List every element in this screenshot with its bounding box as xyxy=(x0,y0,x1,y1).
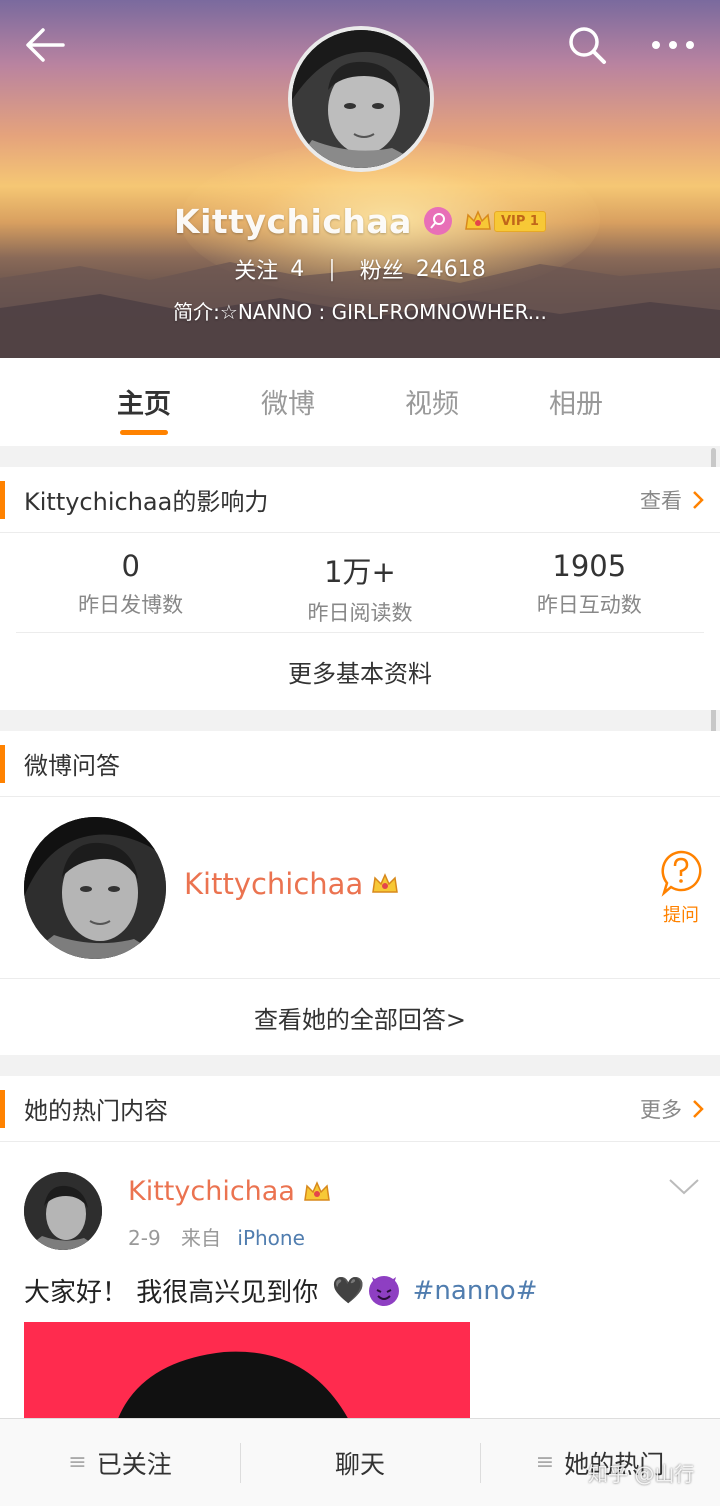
section-accent-bar xyxy=(0,1090,5,1128)
crown-icon xyxy=(372,873,399,893)
profile-name-row: Kittychichaa VIP 1 xyxy=(0,196,720,246)
section-accent-bar xyxy=(0,745,5,783)
followed-button[interactable]: ≡ 已关注 xyxy=(0,1419,240,1506)
profile-avatar[interactable] xyxy=(288,26,434,172)
stat-label: 昨日发博数 xyxy=(78,593,184,617)
tab-video[interactable]: 视频 xyxy=(387,382,477,421)
qa-username-text: Kittychichaa xyxy=(184,867,364,901)
vip-level-label: VIP 1 xyxy=(493,210,546,232)
qa-card: 微博问答 Kittychichaa 提问 查看她的全部回答> xyxy=(0,731,720,1055)
post-date: 2-9 xyxy=(128,1226,161,1250)
hot-post[interactable]: Kittychichaa 2-9 来自 iPhone 大家好！ 我很高兴见到你 … xyxy=(0,1142,720,1418)
watermark: 知乎 @山行 xyxy=(588,1462,695,1486)
influence-view-link[interactable]: 查看 xyxy=(640,485,704,515)
following-label[interactable]: 关注 xyxy=(234,253,278,285)
chevron-down-icon[interactable] xyxy=(668,1178,700,1200)
view-all-answers-button[interactable]: 查看她的全部回答> xyxy=(0,979,720,1055)
post-author-avatar[interactable] xyxy=(24,1172,102,1250)
stat-value: 1905 xyxy=(552,549,627,583)
active-tab-indicator xyxy=(120,430,168,435)
chevron-right-icon xyxy=(693,490,704,509)
hot-more-label: 更多 xyxy=(640,1097,682,1122)
female-gender-icon xyxy=(423,207,452,235)
stat-value: 1万+ xyxy=(324,555,396,589)
stat-interactions-yesterday: 1905 昨日互动数 xyxy=(475,533,704,632)
qa-header: 微博问答 xyxy=(0,731,720,797)
profile-tabs: 主页 微博 视频 相册 xyxy=(0,358,720,446)
post-from-label: 来自 xyxy=(181,1226,222,1250)
tab-album[interactable]: 相册 xyxy=(531,382,621,421)
post-image[interactable] xyxy=(24,1322,470,1418)
hot-content-card: 她的热门内容 更多 Kittychichaa 2-9 来自 iPhone 大家好… xyxy=(0,1076,720,1418)
chevron-right-icon xyxy=(693,1099,704,1118)
hot-header: 她的热门内容 更多 xyxy=(0,1076,720,1142)
hot-more-link[interactable]: 更多 xyxy=(640,1094,704,1124)
qa-profile-row[interactable]: Kittychichaa 提问 xyxy=(0,797,720,979)
profile-bio[interactable]: 简介:☆NANNO : GIRLFROMNOWHER... xyxy=(0,296,720,325)
ask-question-button[interactable]: 提问 xyxy=(655,849,707,927)
crown-icon xyxy=(465,210,491,230)
post-text: 大家好！ 我很高兴见到你 🖤 #nanno# xyxy=(24,1272,538,1309)
profile-username: Kittychichaa xyxy=(174,201,412,241)
header-background-mountains xyxy=(0,262,720,358)
influence-header: Kittychichaa的影响力 查看 xyxy=(0,467,720,533)
post-author[interactable]: Kittychichaa xyxy=(128,1176,331,1207)
qa-title: 微博问答 xyxy=(24,752,120,780)
influence-stats: 0 昨日发博数 1万+ 昨日阅读数 1905 昨日互动数 xyxy=(16,533,704,633)
chat-button[interactable]: 聊天 xyxy=(240,1419,480,1506)
crown-icon xyxy=(304,1180,330,1201)
more-profile-info-button[interactable]: 更多基本资料 xyxy=(0,633,720,709)
post-body: 大家好！ 我很高兴见到你 xyxy=(24,1278,319,1308)
back-arrow-icon[interactable] xyxy=(22,22,68,68)
stat-label: 昨日阅读数 xyxy=(307,601,413,625)
black-heart-icon: 🖤 xyxy=(332,1275,365,1306)
post-source[interactable]: iPhone xyxy=(237,1226,305,1250)
influence-card: Kittychichaa的影响力 查看 0 昨日发博数 1万+ 昨日阅读数 19… xyxy=(0,467,720,710)
post-hashtag[interactable]: #nanno# xyxy=(413,1276,538,1306)
vip-badge[interactable]: VIP 1 xyxy=(464,209,546,233)
follow-separator: | xyxy=(328,256,336,282)
stat-label: 昨日互动数 xyxy=(536,593,642,617)
search-icon[interactable] xyxy=(564,22,610,68)
section-accent-bar xyxy=(0,481,5,519)
hot-title: 她的热门内容 xyxy=(24,1097,168,1125)
post-meta: 2-9 来自 iPhone xyxy=(128,1222,305,1251)
chat-label: 聊天 xyxy=(334,1449,385,1479)
influence-title: Kittychichaa的影响力 xyxy=(24,488,269,516)
following-count[interactable]: 4 xyxy=(290,257,304,282)
stat-posts-yesterday: 0 昨日发博数 xyxy=(16,533,245,632)
more-dots-icon[interactable] xyxy=(650,22,696,68)
menu-icon: ≡ xyxy=(68,1450,87,1475)
ask-question-label: 提问 xyxy=(663,905,699,926)
question-bubble-icon xyxy=(661,850,702,897)
tab-home[interactable]: 主页 xyxy=(99,382,189,421)
followers-label[interactable]: 粉丝 xyxy=(360,253,404,285)
influence-view-label: 查看 xyxy=(640,488,682,513)
post-author-name: Kittychichaa xyxy=(128,1176,295,1207)
menu-icon: ≡ xyxy=(535,1450,555,1475)
qa-username[interactable]: Kittychichaa xyxy=(184,867,399,901)
devil-emoji-icon xyxy=(368,1275,399,1306)
followers-count[interactable]: 24618 xyxy=(416,257,486,282)
followed-label: 已关注 xyxy=(96,1449,172,1479)
stat-value: 0 xyxy=(121,549,140,583)
stat-reads-yesterday: 1万+ 昨日阅读数 xyxy=(245,533,474,632)
profile-header: Kittychichaa VIP 1 关注 4 | 粉丝 24618 简介:☆N… xyxy=(0,0,720,358)
qa-avatar[interactable] xyxy=(24,817,166,959)
tab-weibo[interactable]: 微博 xyxy=(243,382,333,421)
follow-stats-row: 关注 4 | 粉丝 24618 xyxy=(0,252,720,286)
